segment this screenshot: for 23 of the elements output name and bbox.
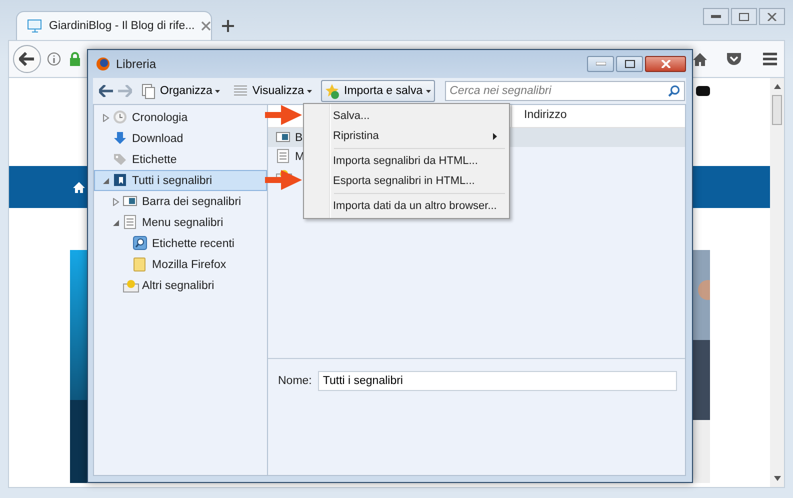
- menu-item[interactable]: Salva...: [306, 106, 507, 126]
- toolbar-menu-button[interactable]: Organizza: [137, 80, 224, 102]
- tree-item[interactable]: Menu segnalibri: [94, 212, 267, 233]
- menu-item[interactable]: Esporta segnalibri in HTML...: [306, 171, 507, 191]
- tree-item[interactable]: Mozilla Firefox: [94, 254, 267, 275]
- window-title: Libreria: [116, 57, 158, 71]
- tree-item[interactable]: Barra dei segnalibri: [94, 191, 267, 212]
- menu-item[interactable]: Importa segnalibri da HTML...: [306, 151, 507, 171]
- menu-item[interactable]: Ripristina: [306, 126, 507, 146]
- tree-item[interactable]: Altri segnalibri: [94, 275, 267, 296]
- column-header[interactable]: Indirizzo: [512, 105, 685, 127]
- tree-item[interactable]: Cronologia: [94, 107, 267, 128]
- tree-item[interactable]: Etichette recenti: [94, 233, 267, 254]
- menu-item[interactable]: Importa dati da un altro browser...: [306, 196, 507, 216]
- tree-item[interactable]: Etichette: [94, 149, 267, 170]
- name-label: Nome:: [278, 375, 312, 387]
- toolbar-menu-button[interactable]: Visualizza: [229, 80, 316, 102]
- search-field[interactable]: Cerca nei segnalibri: [444, 81, 685, 101]
- toolbar-menu-button[interactable]: Importa e salva: [321, 80, 435, 102]
- tree-item[interactable]: Tutti i segnalibri: [94, 170, 267, 191]
- name-field[interactable]: Tutti i segnalibri: [318, 371, 677, 391]
- browser-tab[interactable]: GiardiniBlog - Il Blog di rife...: [16, 11, 212, 40]
- tree-item[interactable]: Download: [94, 128, 267, 149]
